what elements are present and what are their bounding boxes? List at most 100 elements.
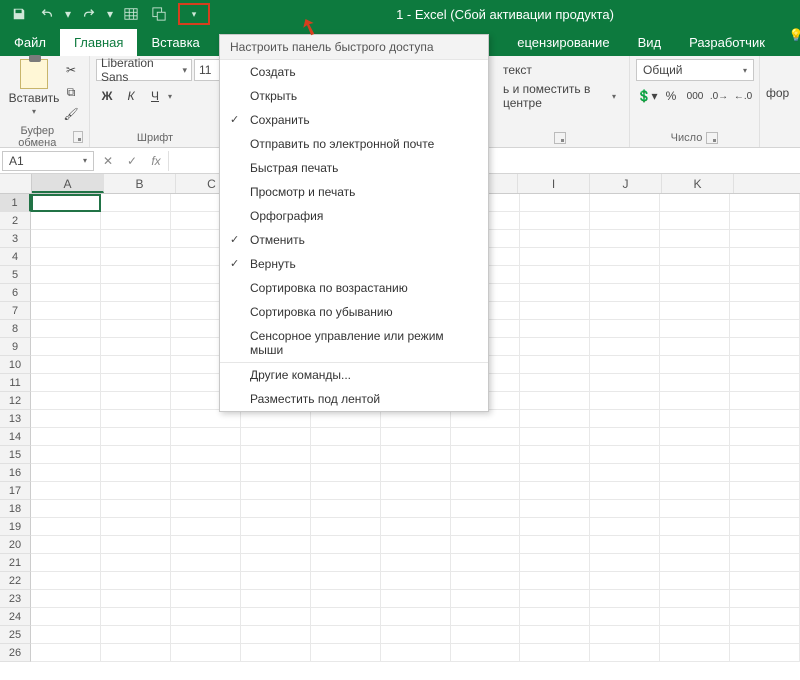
cell[interactable]	[31, 608, 101, 626]
cell[interactable]	[660, 266, 730, 284]
cell[interactable]	[520, 428, 590, 446]
cell[interactable]	[241, 536, 311, 554]
cell[interactable]	[520, 212, 590, 230]
format-painter-icon[interactable]: 🖌	[62, 105, 80, 123]
cell[interactable]	[101, 284, 171, 302]
menu-item[interactable]: Сохранить	[220, 108, 488, 132]
cell[interactable]	[730, 284, 800, 302]
cell[interactable]	[311, 554, 381, 572]
cell[interactable]	[101, 536, 171, 554]
cell[interactable]	[101, 608, 171, 626]
cell[interactable]	[451, 446, 521, 464]
cell[interactable]	[171, 518, 241, 536]
tab-developer[interactable]: Разработчик	[675, 29, 779, 56]
cell[interactable]	[241, 644, 311, 662]
cell[interactable]	[31, 320, 101, 338]
cell[interactable]	[660, 248, 730, 266]
column-header-B[interactable]: B	[104, 174, 176, 193]
cell[interactable]	[101, 302, 171, 320]
enter-formula-icon[interactable]: ✓	[120, 149, 144, 173]
cell[interactable]	[730, 392, 800, 410]
row-header[interactable]: 3	[0, 230, 31, 248]
cell[interactable]	[31, 536, 101, 554]
cell[interactable]	[730, 446, 800, 464]
cell[interactable]	[660, 500, 730, 518]
cell[interactable]	[730, 644, 800, 662]
undo-icon[interactable]	[34, 1, 60, 27]
cell[interactable]	[381, 500, 451, 518]
cell[interactable]	[171, 626, 241, 644]
cell[interactable]	[31, 518, 101, 536]
cell[interactable]	[101, 248, 171, 266]
cell[interactable]	[730, 500, 800, 518]
cell[interactable]	[381, 626, 451, 644]
cell[interactable]	[590, 266, 660, 284]
cell[interactable]	[311, 482, 381, 500]
row-header[interactable]: 6	[0, 284, 31, 302]
cell[interactable]	[590, 518, 660, 536]
cell[interactable]	[381, 410, 451, 428]
menu-item[interactable]: Сортировка по возрастанию	[220, 276, 488, 300]
tab-file[interactable]: Файл	[0, 29, 60, 56]
cell[interactable]	[590, 428, 660, 446]
tab-view[interactable]: Вид	[624, 29, 676, 56]
cell[interactable]	[31, 590, 101, 608]
cell[interactable]	[241, 554, 311, 572]
copy-icon[interactable]: ⧉	[62, 83, 80, 101]
alignment-dialog-launcher[interactable]	[554, 132, 566, 144]
redo-dropdown-icon[interactable]: ▾	[104, 1, 116, 27]
cell[interactable]	[660, 428, 730, 446]
row-header[interactable]: 22	[0, 572, 31, 590]
cell[interactable]	[520, 446, 590, 464]
cell[interactable]	[590, 302, 660, 320]
cell[interactable]	[730, 230, 800, 248]
menu-item[interactable]: Вернуть	[220, 252, 488, 276]
cell[interactable]	[451, 464, 521, 482]
cell[interactable]	[520, 302, 590, 320]
cell[interactable]	[101, 338, 171, 356]
menu-item[interactable]: Сенсорное управление или режим мыши	[220, 324, 488, 362]
cell[interactable]	[730, 626, 800, 644]
cell[interactable]	[381, 554, 451, 572]
cell[interactable]	[171, 428, 241, 446]
cell[interactable]	[730, 482, 800, 500]
percent-button[interactable]: %	[660, 85, 682, 107]
cell[interactable]	[31, 446, 101, 464]
cell[interactable]	[520, 500, 590, 518]
cell[interactable]	[171, 554, 241, 572]
cell[interactable]	[311, 446, 381, 464]
cell[interactable]	[730, 518, 800, 536]
cell[interactable]	[590, 194, 660, 212]
column-header-J[interactable]: J	[590, 174, 662, 193]
cell[interactable]	[730, 572, 800, 590]
menu-item[interactable]: Орфография	[220, 204, 488, 228]
cell[interactable]	[31, 266, 101, 284]
cell[interactable]	[311, 428, 381, 446]
cell[interactable]	[590, 500, 660, 518]
cell[interactable]	[660, 320, 730, 338]
cell[interactable]	[660, 230, 730, 248]
cell[interactable]	[520, 230, 590, 248]
cell[interactable]	[31, 464, 101, 482]
cell[interactable]	[311, 464, 381, 482]
cell[interactable]	[590, 392, 660, 410]
menu-item[interactable]: Быстрая печать	[220, 156, 488, 180]
cell[interactable]	[451, 608, 521, 626]
cell[interactable]	[730, 410, 800, 428]
cell[interactable]	[520, 338, 590, 356]
cell[interactable]	[520, 410, 590, 428]
row-header[interactable]: 13	[0, 410, 31, 428]
cell[interactable]	[171, 500, 241, 518]
cell[interactable]	[451, 590, 521, 608]
cell[interactable]	[730, 374, 800, 392]
cell[interactable]	[31, 428, 101, 446]
name-box[interactable]: A1▾	[2, 151, 94, 171]
cell[interactable]	[520, 518, 590, 536]
italic-button[interactable]: К	[120, 85, 142, 107]
cell[interactable]	[590, 554, 660, 572]
cell[interactable]	[730, 464, 800, 482]
cell[interactable]	[381, 446, 451, 464]
cell[interactable]	[590, 644, 660, 662]
increase-decimal-button[interactable]: .0→	[708, 85, 730, 107]
row-header[interactable]: 2	[0, 212, 31, 230]
